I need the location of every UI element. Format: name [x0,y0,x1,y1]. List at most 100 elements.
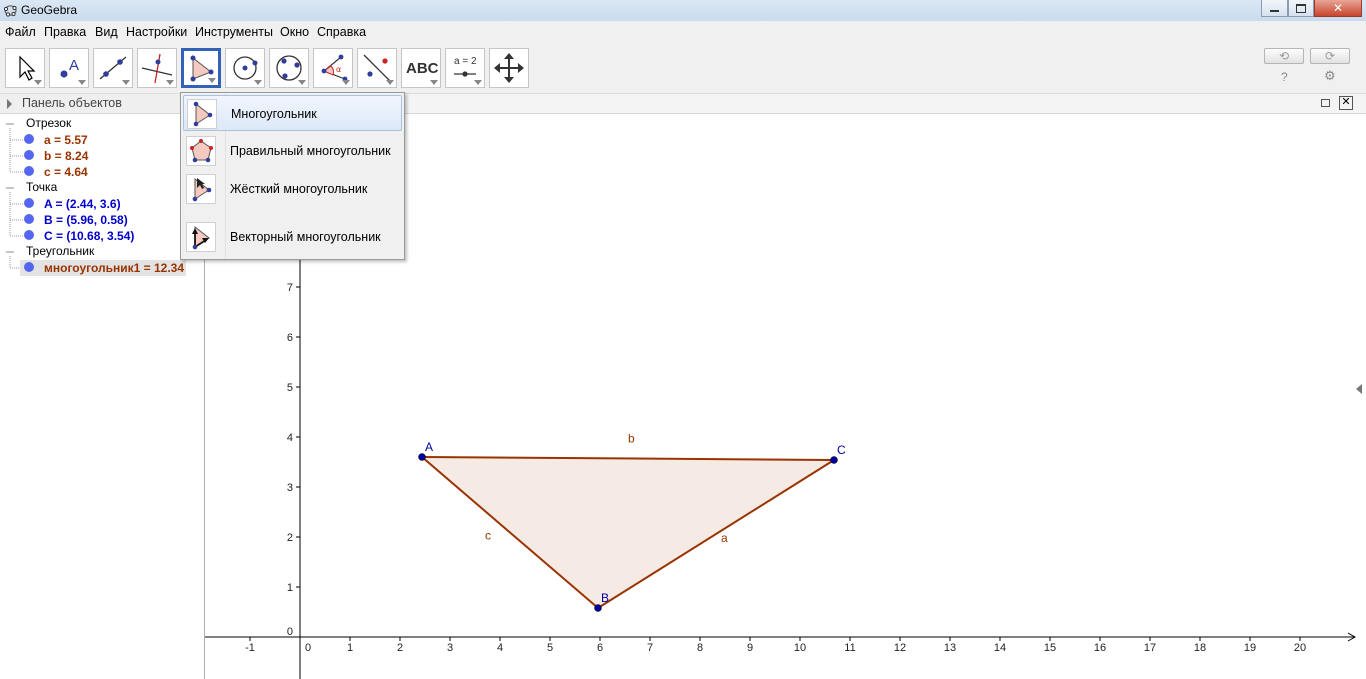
minimize-icon [1270,10,1279,12]
list-item[interactable]: a = 5.57 [0,132,204,148]
point-C [830,456,838,464]
point-A [418,453,426,461]
menu-bar: Файл Правка Вид Настройки Инструменты Ок… [0,21,1366,43]
x-tick-label: 19 [1244,642,1256,654]
vector-polygon-icon [186,222,216,252]
polygon-tool-menu: Многоугольник Правильный многоугольник Ж… [180,92,405,260]
x-tick-label: 14 [994,642,1006,654]
category-point[interactable]: Точка [26,180,57,196]
list-item[interactable]: b = 8.24 [0,148,204,164]
segment-label-c: c [485,529,491,543]
menu-item-label: Жёсткий многоугольник [230,182,368,196]
regular-polygon-icon [186,136,216,166]
menu-tools[interactable]: Инструменты [195,25,273,39]
text-tool-icon: ABC [406,60,439,77]
x-tick-label: 10 [794,642,806,654]
svg-text:α: α [336,65,341,74]
point-label-A: A [425,440,433,454]
redo-icon: ⟳ [1324,49,1336,63]
object-polygon1: многоугольник1 = 12.34 [44,261,185,275]
x-tick-label: 18 [1194,642,1206,654]
text-tool-button[interactable]: ABC [401,48,441,88]
menu-help[interactable]: Справка [317,25,366,39]
title-bar: GeoGebra ✕ [0,0,1366,21]
object-c: c = 4.64 [44,165,88,179]
menu-edit[interactable]: Правка [44,25,86,39]
list-item[interactable]: B = (5.96, 0.58) [0,212,204,228]
menu-item-label: Правильный многоугольник [230,144,391,158]
menu-item-rigid-polygon[interactable]: Жёсткий многоугольник [183,171,402,207]
x-tick-label: 9 [747,642,753,654]
triangle-fill [422,457,834,608]
list-item[interactable]: c = 4.64 [0,164,204,180]
angle-tool-button[interactable]: α [313,48,353,88]
slider-tool-button[interactable]: a = 2 [445,48,485,88]
polygon-tool-button[interactable] [181,48,221,88]
geogebra-logo-icon [4,5,17,17]
redo-button[interactable]: ⟳ [1310,48,1350,64]
close-view-button[interactable]: ✕ [1339,96,1353,110]
close-window-button[interactable]: ✕ [1314,0,1362,17]
x-tick-label: 1 [347,642,353,654]
maximize-button[interactable] [1288,0,1314,17]
category-segment[interactable]: Отрезок [26,116,71,132]
y-tick-label: 2 [287,532,293,544]
menu-window[interactable]: Окно [280,25,309,39]
circle-three-points-tool-button[interactable] [269,48,309,88]
x-tick-label: 16 [1094,642,1106,654]
menu-item-label: Векторный многоугольник [230,230,381,244]
visibility-toggle[interactable] [24,262,34,272]
object-A: A = (2.44, 3.6) [44,197,121,211]
visibility-toggle[interactable] [24,166,34,176]
undo-button[interactable]: ⟲ [1264,48,1304,64]
y-tick-label: 3 [287,482,293,494]
list-item[interactable]: A = (2.44, 3.6) [0,196,204,212]
x-tick-label: 11 [844,642,855,654]
x-tick-label: 6 [597,642,603,654]
list-item[interactable]: C = (10.68, 3.54) [0,228,204,244]
collapse-sidebar-icon[interactable] [1356,384,1362,394]
move-graphics-view-tool-button[interactable] [489,48,529,88]
visibility-toggle[interactable] [24,214,34,224]
point-label-B: B [601,591,609,605]
segment-label-a: a [721,531,728,545]
object-C: C = (10.68, 3.54) [44,229,135,243]
category-triangle[interactable]: Треугольник [26,244,94,260]
point-tool-button[interactable]: A [49,48,89,88]
circle-tool-button[interactable] [225,48,265,88]
x-tick-label: 0 [305,642,311,654]
visibility-toggle[interactable] [24,150,34,160]
menu-item-label: Многоугольник [231,107,317,121]
undo-icon: ⟲ [1278,49,1290,63]
visibility-toggle[interactable] [24,198,34,208]
list-item-selected[interactable]: многоугольник1 = 12.34 [20,260,186,276]
perpendicular-line-tool-button[interactable] [137,48,177,88]
menu-item-vector-polygon[interactable]: Векторный многоугольник [183,219,402,255]
toolbar: A α ABC a = 2 ⟲ ⟳ ? ⚙ [0,43,1366,94]
settings-gear-icon[interactable]: ⚙ [1324,68,1336,84]
reflect-tool-button[interactable] [357,48,397,88]
menu-item-regular-polygon[interactable]: Правильный многоугольник [183,133,402,169]
y-tick-label: 5 [287,382,293,394]
algebra-view: Панель объектов Отрезок a = 5.57 b = 8.2… [0,94,205,679]
menu-file[interactable]: Файл [5,25,36,39]
window-title: GeoGebra [21,3,78,17]
y-tick-label: 7 [287,282,293,294]
move-tool-button[interactable] [5,48,45,88]
menu-settings[interactable]: Настройки [126,25,187,39]
visibility-toggle[interactable] [24,134,34,144]
x-tick-label: 2 [397,642,403,654]
undock-icon[interactable] [1321,99,1330,107]
collapse-triangle-icon[interactable] [5,99,15,109]
menu-item-polygon[interactable]: Многоугольник [183,95,402,131]
help-button[interactable]: ? [1281,70,1288,84]
x-tick-label: -1 [245,642,255,654]
visibility-toggle[interactable] [24,230,34,240]
y-tick-label: 6 [287,332,293,344]
line-tool-button[interactable] [93,48,133,88]
minimize-button[interactable] [1261,0,1288,17]
y-tick-label: 0 [287,626,293,638]
y-tick-label: 1 [287,582,293,594]
menu-view[interactable]: Вид [95,25,118,39]
move-arrows-icon [494,53,524,83]
